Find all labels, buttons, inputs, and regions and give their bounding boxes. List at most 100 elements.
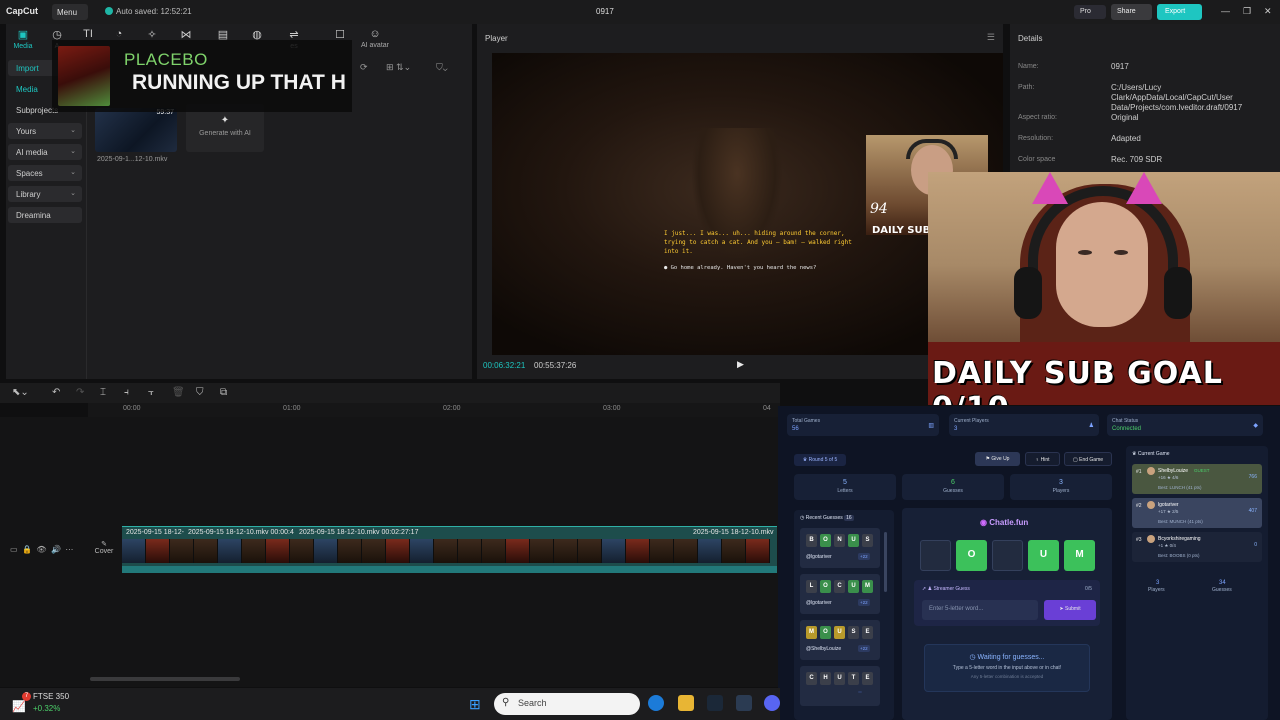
cover-button[interactable]: ✎ Cover <box>94 540 114 555</box>
clip-frame <box>218 539 242 563</box>
redo-icon[interactable]: ↷ <box>76 387 84 398</box>
chevron-down-icon: ⌄ <box>70 148 76 155</box>
pro-button[interactable]: Pro <box>1074 5 1106 19</box>
submit-label: Submit <box>1065 606 1081 612</box>
steam-icon[interactable] <box>707 695 723 711</box>
player-points: 407 <box>1248 508 1257 514</box>
hint-button[interactable]: ♀ Hint <box>1025 452 1060 466</box>
details-panel: Details Name: 0917 Path: C:/Users/Lucy Clar… <box>1010 24 1280 174</box>
guesses-total-label: Guesses <box>1212 587 1232 593</box>
board-tile: O <box>956 540 987 571</box>
guess-list-scrollbar[interactable] <box>884 532 887 592</box>
sidebar-item-spaces[interactable]: Spaces ⌄ <box>8 165 82 181</box>
track-controls[interactable]: ▭ 🔒 👁 🔊 ⋯ <box>10 545 73 554</box>
clip-frame <box>146 539 170 563</box>
project-name: 0917 <box>596 7 614 16</box>
discord-icon[interactable] <box>764 695 780 711</box>
player-best: Best: LUNCH (41 pts) <box>1158 485 1202 490</box>
player-name: ShelbyLouize <box>1158 468 1189 474</box>
sidebar-item-yours[interactable]: Yours ⌄ <box>8 123 82 139</box>
stock-chart-icon[interactable]: 📈 <box>12 700 26 713</box>
refresh-icon[interactable]: ⟳ <box>360 62 368 73</box>
player-rank: #1 <box>1136 469 1142 475</box>
clip-frame <box>578 539 602 563</box>
share-button[interactable]: Share <box>1111 4 1152 20</box>
shield-icon[interactable]: ⛉ <box>196 387 204 398</box>
maximize-icon[interactable]: ❐ <box>1243 6 1251 17</box>
ruler-tick: 04 <box>763 405 771 412</box>
ruler-tick: 00:00 <box>123 405 141 412</box>
guess-letter-tile: T <box>848 672 859 685</box>
close-icon[interactable]: ✕ <box>1264 6 1272 17</box>
sidebar-item-library[interactable]: Library ⌄ <box>8 186 82 202</box>
chevron-down-icon: ⌄ <box>70 169 76 176</box>
minimize-icon[interactable]: — <box>1221 6 1230 16</box>
hint-label: Hint <box>1040 457 1050 463</box>
clip-frame <box>242 539 266 563</box>
play-icon[interactable]: ▶ <box>737 359 744 370</box>
file-explorer-icon[interactable] <box>678 695 694 711</box>
guess-letter-tile: O <box>820 580 831 593</box>
guess-letter-tile: U <box>848 534 859 547</box>
guess-input[interactable]: Enter 5-letter word... <box>922 600 1038 620</box>
recent-guesses-header: ◷ Recent Guesses 16 <box>800 515 854 521</box>
capcut-taskbar-icon[interactable] <box>736 695 752 711</box>
now-playing-overlay: PLACEBO RUNNING UP THAT H <box>52 40 352 112</box>
clip-frame <box>338 539 362 563</box>
clip-frame <box>410 539 434 563</box>
player-card: #3 Bcyorkshiregaming +1 ★ 0/4 Best: BOOBS (… <box>1132 532 1262 562</box>
counter-value: 6 <box>951 479 955 486</box>
headphone-cup <box>1014 267 1042 319</box>
clip-label: 2025-09-15 18-12- <box>126 529 184 536</box>
sidebar-item-ai-media[interactable]: AI media ⌄ <box>8 144 82 160</box>
tab-icon: ☺ <box>369 28 381 40</box>
end-game-label: End Game <box>1079 457 1104 463</box>
export-button[interactable]: Export <box>1157 4 1202 20</box>
stat-card: Total Games 56 ▥ <box>787 414 939 436</box>
timeline-toolbar: ⬉⌄ ↶ ↷ ⌶ ⫞ ⫟ 🗑 ⛉ ⧉ <box>0 383 780 403</box>
end-game-button[interactable]: ▢ End Game <box>1064 452 1112 466</box>
sidebar-item-dreamina[interactable]: Dreamina <box>8 207 82 223</box>
timeline-ruler[interactable]: 00:00 01:00 02:00 03:00 04 <box>88 403 780 417</box>
avatar <box>1147 535 1155 543</box>
detail-value: Original <box>1111 113 1139 122</box>
select-tool-icon[interactable]: ⬉⌄ <box>12 387 29 398</box>
clip-label: 2025-09-15 18-12-10.mkv 00:00:4 <box>188 529 294 536</box>
grid-view-icon[interactable]: ⊞ ⇅⌄ <box>386 62 411 73</box>
detail-value: C:/Users/Lucy Clark/AppData/Local/CapCut… <box>1111 83 1243 112</box>
ruler-tick: 03:00 <box>603 405 621 412</box>
ruler-tick: 01:00 <box>283 405 301 412</box>
taskbar-search[interactable]: ⚲ Search <box>494 693 640 715</box>
detail-label: Resolution: <box>1018 135 1054 142</box>
give-up-button[interactable]: ⚑ Give Up <box>975 452 1020 466</box>
game-board-card: ◉ Chatle.fun O UM ➚ ♟ Streamer Guess 0/5 … <box>902 508 1112 720</box>
delete-icon[interactable]: 🗑 <box>172 387 185 398</box>
split-left-icon[interactable]: ⫞ <box>124 387 129 398</box>
menu-button[interactable]: Menu <box>52 4 88 20</box>
player-stats: +16 ★ 4/6 <box>1158 475 1179 480</box>
clip-frame <box>290 539 314 563</box>
media-thumbnail[interactable]: 59:37 <box>95 108 177 152</box>
split-right-icon[interactable]: ⫟ <box>148 387 154 398</box>
stat-label: Current Players <box>954 418 989 424</box>
guess-letter-tile: E <box>862 626 873 639</box>
guess-letter-tile: C <box>834 580 845 593</box>
player-name: Bcyorkshiregaming <box>1158 536 1201 542</box>
video-caption-choice: ● Go home already. Haven't you heard the… <box>664 265 817 271</box>
stock-ticker[interactable]: FTSE 350 <box>33 692 69 701</box>
headphone-cup <box>1164 267 1192 319</box>
edge-icon[interactable] <box>648 695 664 711</box>
hourglass-icon: ◷ <box>969 654 978 661</box>
tab-0[interactable]: ▣ Media <box>8 28 38 50</box>
tab-10[interactable]: ☺ AI avatar <box>360 28 390 49</box>
autosave-icon <box>105 7 113 15</box>
clip-frame <box>530 539 554 563</box>
menu-icon[interactable]: ☰ <box>987 32 995 43</box>
filter-icon[interactable]: ⛉⌄ <box>436 62 448 73</box>
crop-icon[interactable]: ⧉ <box>220 387 227 398</box>
timeline-scrollbar[interactable] <box>90 677 240 681</box>
split-icon[interactable]: ⌶ <box>100 387 106 398</box>
undo-icon[interactable]: ↶ <box>52 387 60 398</box>
submit-button[interactable]: ➤ Submit <box>1044 600 1096 620</box>
windows-start-icon[interactable]: ⊞ <box>469 696 481 713</box>
